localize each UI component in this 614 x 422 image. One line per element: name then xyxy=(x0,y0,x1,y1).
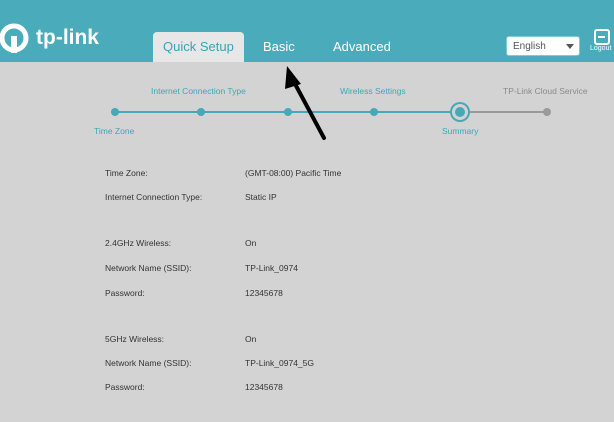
summary-value-time-zone: (GMT-08:00) Pacific Time xyxy=(245,168,342,178)
summary-label-24ghz-password: Password: xyxy=(105,288,145,298)
step-dot-extra xyxy=(284,108,292,116)
language-select-value: English xyxy=(513,41,546,52)
summary-label-5ghz-password: Password: xyxy=(105,382,145,392)
summary-value-5ghz-ssid: TP-Link_0974_5G xyxy=(245,358,314,368)
logout-link[interactable]: Logout xyxy=(590,45,611,52)
brand-name: tp-link xyxy=(36,26,99,49)
summary-value-5ghz-password: 12345678 xyxy=(245,382,283,392)
progress-line-remaining xyxy=(460,111,547,113)
logout-icon[interactable] xyxy=(594,29,610,45)
summary-value-5ghz-wireless: On xyxy=(245,334,257,344)
summary-value-24ghz-wireless: On xyxy=(245,238,257,248)
tab-quick-setup[interactable]: Quick Setup xyxy=(153,32,244,62)
main-content: Internet Connection Type Wireless Settin… xyxy=(0,62,614,422)
step-label-summary: Summary xyxy=(442,126,479,136)
step-dot-summary xyxy=(455,107,465,117)
step-dot-time-zone[interactable] xyxy=(111,108,119,116)
brand-logo[interactable]: tp-link xyxy=(0,20,99,56)
summary-value-24ghz-ssid: TP-Link_0974 xyxy=(245,263,298,273)
summary-label-connection-type: Internet Connection Type: xyxy=(105,192,203,202)
step-label-wireless-settings: Wireless Settings xyxy=(340,86,406,96)
summary-value-connection-type: Static IP xyxy=(245,192,277,202)
step-dot-internet-connection-type[interactable] xyxy=(197,108,205,116)
language-select[interactable]: English xyxy=(506,36,580,56)
tab-basic[interactable]: Basic xyxy=(263,32,295,62)
summary-value-24ghz-password: 12345678 xyxy=(245,288,283,298)
summary-label-24ghz-ssid: Network Name (SSID): xyxy=(105,263,192,273)
top-header: tp-link Quick Setup Basic Advanced Engli… xyxy=(0,0,614,62)
step-dot-tp-link-cloud-service xyxy=(543,108,551,116)
step-label-time-zone: Time Zone xyxy=(94,126,135,136)
tab-advanced[interactable]: Advanced xyxy=(333,32,391,62)
step-dot-wireless-settings[interactable] xyxy=(370,108,378,116)
summary-label-time-zone: Time Zone: xyxy=(105,168,148,178)
summary-label-24ghz-wireless: 2.4GHz Wireless: xyxy=(105,238,172,248)
step-label-internet-connection-type: Internet Connection Type xyxy=(151,86,246,96)
summary-label-5ghz-wireless: 5GHz Wireless: xyxy=(105,334,165,344)
tp-link-logo-icon xyxy=(0,21,34,55)
chevron-down-icon xyxy=(566,44,574,49)
step-label-tp-link-cloud-service: TP-Link Cloud Service xyxy=(503,86,588,96)
summary-label-5ghz-ssid: Network Name (SSID): xyxy=(105,358,192,368)
